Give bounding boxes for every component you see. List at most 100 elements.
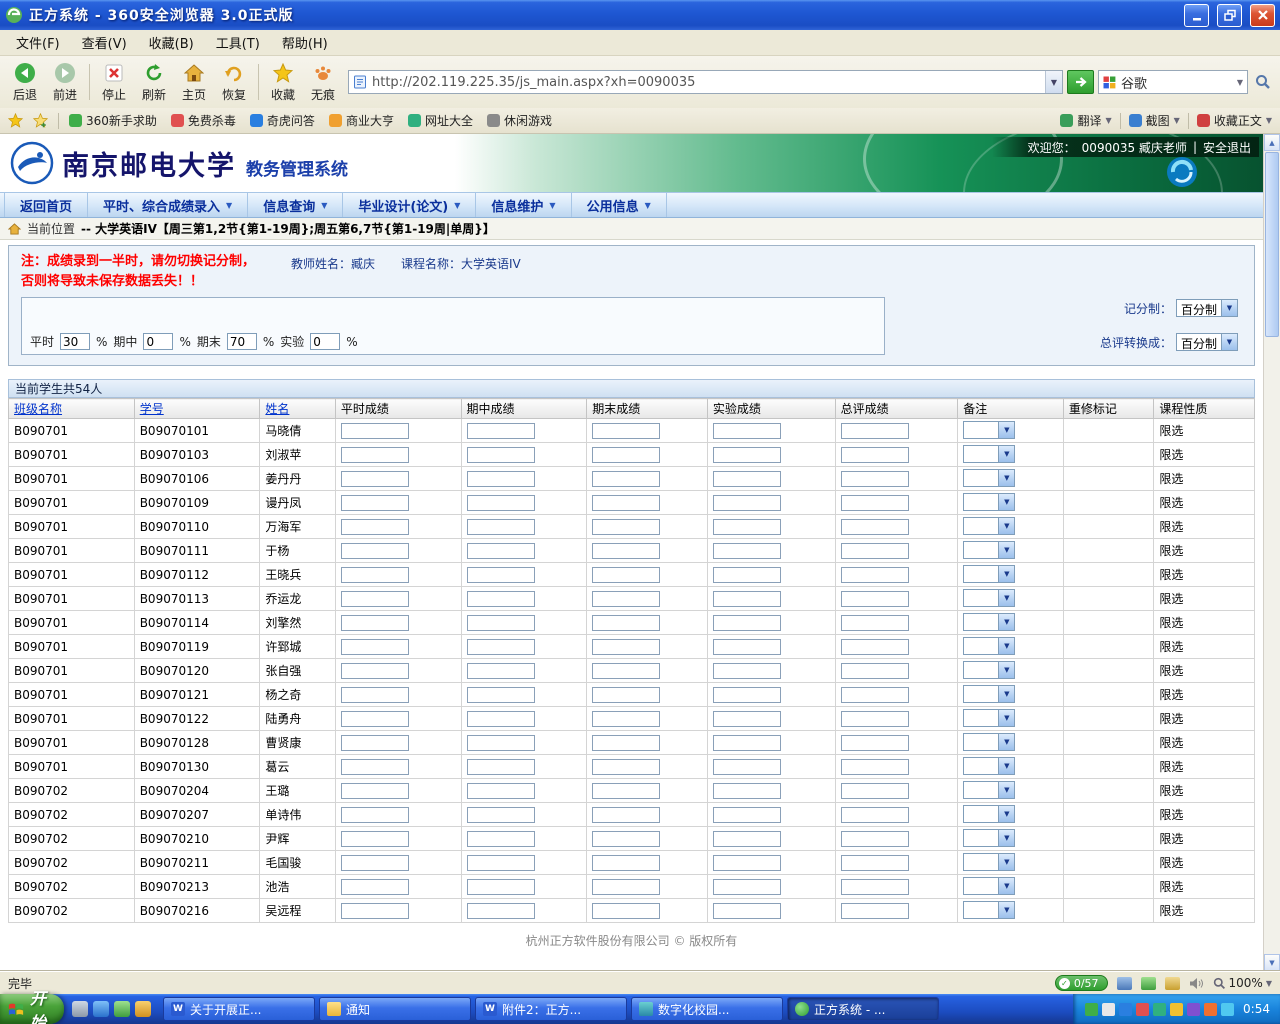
scroll-down-icon[interactable]: ▼ — [1264, 954, 1280, 971]
midterm-score-input[interactable] — [467, 855, 535, 871]
remark-select[interactable]: ▼ — [963, 517, 1015, 535]
combo-arrow-icon[interactable]: ▼ — [1221, 334, 1237, 350]
menu-item[interactable]: 收藏(B) — [139, 30, 204, 55]
regular-score-input[interactable] — [341, 639, 409, 655]
midterm-score-input[interactable] — [467, 567, 535, 583]
add-favorite-icon[interactable] — [33, 113, 48, 128]
tray-icon[interactable] — [1221, 1003, 1234, 1016]
zoom-dropdown-icon[interactable]: ▼ — [1266, 979, 1272, 988]
midterm-score-input[interactable] — [467, 711, 535, 727]
combo-arrow-icon[interactable]: ▼ — [998, 638, 1014, 654]
final-score-input[interactable] — [592, 639, 660, 655]
regular-score-input[interactable] — [341, 519, 409, 535]
remark-select[interactable]: ▼ — [963, 661, 1015, 679]
regular-score-input[interactable] — [341, 879, 409, 895]
taskbar-window-button[interactable]: W关于开展正... — [163, 997, 315, 1021]
dropdown-arrow-icon[interactable]: ▼ — [1106, 116, 1112, 125]
combo-arrow-icon[interactable]: ▼ — [998, 830, 1014, 846]
total-score-input[interactable] — [841, 759, 909, 775]
taskbar-window-button[interactable]: 通知 — [319, 997, 471, 1021]
close-button[interactable] — [1250, 4, 1275, 27]
lab-score-input[interactable] — [713, 879, 781, 895]
forward-button[interactable]: 前进 — [46, 58, 84, 106]
nav-item[interactable]: 毕业设计(论文)▼ — [343, 193, 476, 217]
combo-arrow-icon[interactable]: ▼ — [998, 758, 1014, 774]
taskbar-window-button[interactable]: W附件2：正方... — [475, 997, 627, 1021]
combo-arrow-icon[interactable]: ▼ — [998, 590, 1014, 606]
combo-arrow-icon[interactable]: ▼ — [998, 470, 1014, 486]
final-score-input[interactable] — [592, 879, 660, 895]
search-box[interactable]: 谷歌 ▼ — [1098, 70, 1248, 94]
remark-select[interactable]: ▼ — [963, 733, 1015, 751]
logout-link[interactable]: 安全退出 — [1203, 139, 1251, 156]
search-dropdown-icon[interactable]: ▼ — [1237, 78, 1243, 87]
combo-arrow-icon[interactable]: ▼ — [998, 566, 1014, 582]
lab-score-input[interactable] — [713, 591, 781, 607]
midterm-score-input[interactable] — [467, 783, 535, 799]
shield-icon[interactable] — [1141, 977, 1156, 990]
regular-score-input[interactable] — [341, 807, 409, 823]
remark-select[interactable]: ▼ — [963, 541, 1015, 559]
tray-icon[interactable] — [1136, 1003, 1149, 1016]
bookmark-item[interactable]: 商业大亨 — [329, 112, 394, 129]
remark-select[interactable]: ▼ — [963, 877, 1015, 895]
final-score-input[interactable] — [592, 855, 660, 871]
monitor-icon[interactable] — [1117, 977, 1132, 990]
weight-input[interactable] — [227, 333, 257, 350]
remark-select[interactable]: ▼ — [963, 565, 1015, 583]
midterm-score-input[interactable] — [467, 807, 535, 823]
total-score-input[interactable] — [841, 807, 909, 823]
lab-score-input[interactable] — [713, 519, 781, 535]
lab-score-input[interactable] — [713, 423, 781, 439]
final-score-input[interactable] — [592, 783, 660, 799]
menu-item[interactable]: 工具(T) — [206, 30, 270, 55]
regular-score-input[interactable] — [341, 567, 409, 583]
midterm-score-input[interactable] — [467, 879, 535, 895]
download-icon[interactable] — [1165, 977, 1180, 990]
bookmark-item[interactable]: 网址大全 — [408, 112, 473, 129]
total-convert-select[interactable]: 百分制 ▼ — [1176, 333, 1238, 351]
remark-select[interactable]: ▼ — [963, 757, 1015, 775]
combo-arrow-icon[interactable]: ▼ — [998, 614, 1014, 630]
regular-score-input[interactable] — [341, 855, 409, 871]
total-score-input[interactable] — [841, 663, 909, 679]
midterm-score-input[interactable] — [467, 423, 535, 439]
regular-score-input[interactable] — [341, 447, 409, 463]
weight-input[interactable] — [143, 333, 173, 350]
total-score-input[interactable] — [841, 495, 909, 511]
tray-icon[interactable] — [1102, 1003, 1115, 1016]
combo-arrow-icon[interactable]: ▼ — [998, 518, 1014, 534]
regular-score-input[interactable] — [341, 687, 409, 703]
total-score-input[interactable] — [841, 687, 909, 703]
tray-icon[interactable] — [1170, 1003, 1183, 1016]
scrollbar-track[interactable] — [1264, 338, 1280, 954]
regular-score-input[interactable] — [341, 831, 409, 847]
total-score-input[interactable] — [841, 519, 909, 535]
final-score-input[interactable] — [592, 567, 660, 583]
tray-icon[interactable] — [1085, 1003, 1098, 1016]
regular-score-input[interactable] — [341, 663, 409, 679]
midterm-score-input[interactable] — [467, 495, 535, 511]
taskbar-window-button[interactable]: 数字化校园... — [631, 997, 783, 1021]
bookmark-item[interactable]: 免费杀毒 — [171, 112, 236, 129]
final-score-input[interactable] — [592, 903, 660, 919]
combo-arrow-icon[interactable]: ▼ — [998, 662, 1014, 678]
bookmark-item[interactable]: 奇虎问答 — [250, 112, 315, 129]
bookmark-item[interactable]: 360新手求助 — [69, 112, 157, 129]
total-score-input[interactable] — [841, 855, 909, 871]
final-score-input[interactable] — [592, 447, 660, 463]
lab-score-input[interactable] — [713, 639, 781, 655]
midterm-score-input[interactable] — [467, 615, 535, 631]
remark-select[interactable]: ▼ — [963, 709, 1015, 727]
total-score-input[interactable] — [841, 879, 909, 895]
total-score-input[interactable] — [841, 615, 909, 631]
combo-arrow-icon[interactable]: ▼ — [998, 854, 1014, 870]
combo-arrow-icon[interactable]: ▼ — [998, 806, 1014, 822]
back-button[interactable]: 后退 — [6, 58, 44, 106]
regular-score-input[interactable] — [341, 495, 409, 511]
total-score-input[interactable] — [841, 567, 909, 583]
home-button[interactable]: 主页 — [175, 58, 213, 106]
regular-score-input[interactable] — [341, 903, 409, 919]
remark-select[interactable]: ▼ — [963, 421, 1015, 439]
column-header[interactable]: 班级名称 — [9, 399, 135, 419]
